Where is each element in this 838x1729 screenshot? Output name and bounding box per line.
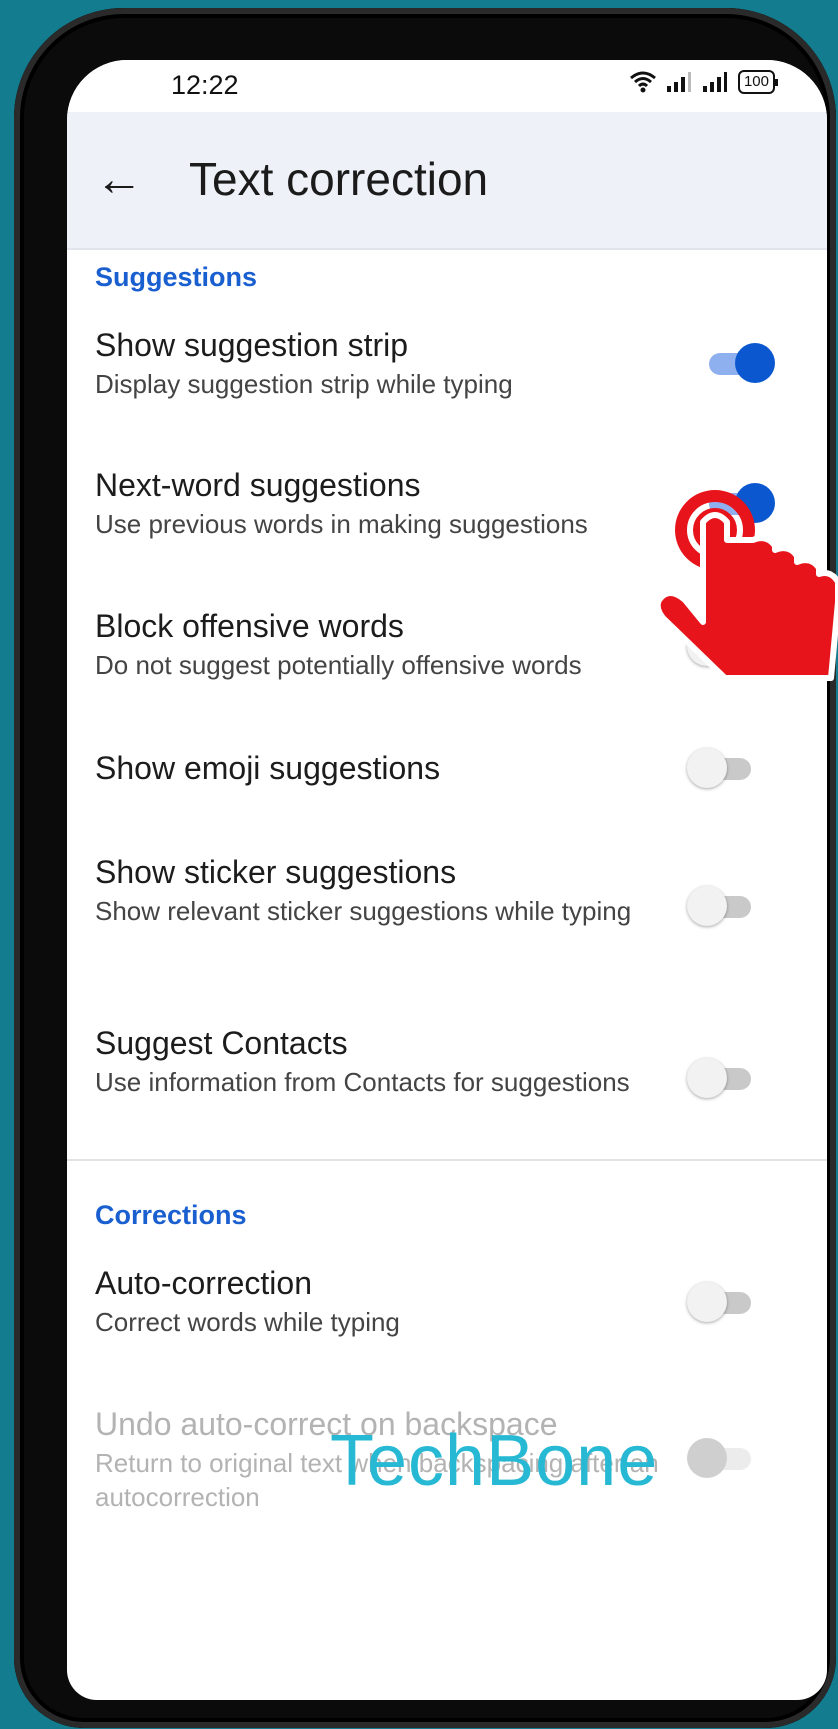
setting-subtitle: Use previous words in making suggestions (95, 509, 588, 539)
toggle-show-suggestion-strip[interactable] (705, 343, 775, 383)
section-header-corrections: Corrections (95, 1200, 247, 1230)
setting-subtitle: Display suggestion strip while typing (95, 369, 513, 399)
setting-title: Suggest Contacts (95, 1025, 348, 1061)
setting-subtitle: Show relevant sticker suggestions while … (95, 896, 632, 926)
toggle-show-sticker-suggestions[interactable] (687, 886, 755, 926)
toggle-thumb (687, 748, 727, 788)
section-header-suggestions: Suggestions (95, 262, 258, 292)
toggle-thumb (687, 1282, 727, 1322)
setting-subtitle: Correct words while typing (95, 1307, 400, 1337)
section-divider (67, 1159, 827, 1161)
status-icons: 100 (630, 70, 779, 94)
setting-block-offensive-words[interactable]: Block offensive words Do not suggest pot… (95, 606, 695, 682)
toggle-thumb (687, 1438, 727, 1478)
toggle-thumb (687, 1058, 727, 1098)
battery-icon: 100 (737, 70, 779, 94)
setting-title: Auto-correction (95, 1265, 312, 1301)
status-time: 12:22 (171, 70, 239, 100)
toggle-thumb (687, 886, 727, 926)
setting-title: Show emoji suggestions (95, 750, 441, 786)
wifi-icon (630, 71, 656, 93)
setting-title: Next-word suggestions (95, 467, 421, 503)
signal-icon (666, 72, 691, 92)
setting-subtitle: Do not suggest potentially offensive wor… (95, 650, 582, 680)
setting-title: Block offensive words (95, 608, 404, 644)
setting-subtitle: Use information from Contacts for sugges… (95, 1067, 630, 1097)
tap-pointer-hand-icon (655, 490, 838, 681)
toggle-thumb (735, 343, 775, 383)
watermark-logo: TechBone (330, 1421, 659, 1501)
status-bar: 12:22 100 (67, 60, 827, 112)
toggle-auto-correction[interactable] (687, 1282, 755, 1322)
setting-title: Show sticker suggestions (95, 854, 457, 890)
toggle-show-emoji-suggestions[interactable] (687, 748, 755, 788)
signal-icon-2 (702, 72, 727, 92)
setting-show-suggestion-strip[interactable]: Show suggestion strip Display suggestion… (95, 325, 695, 401)
setting-auto-correction[interactable]: Auto-correction Correct words while typi… (95, 1263, 695, 1339)
setting-suggest-contacts[interactable]: Suggest Contacts Use information from Co… (95, 1023, 695, 1099)
setting-show-emoji-suggestions[interactable]: Show emoji suggestions (95, 748, 695, 788)
setting-show-sticker-suggestions[interactable]: Show sticker suggestions Show relevant s… (95, 852, 695, 928)
back-arrow-icon[interactable]: ← (95, 152, 143, 207)
setting-next-word-suggestions[interactable]: Next-word suggestions Use previous words… (95, 465, 695, 541)
toggle-undo-auto-correct (687, 1438, 755, 1478)
page-title: Text correction (189, 153, 489, 205)
setting-title: Show suggestion strip (95, 327, 409, 363)
toggle-suggest-contacts[interactable] (687, 1058, 755, 1098)
app-bar: ← Text correction (67, 112, 827, 250)
